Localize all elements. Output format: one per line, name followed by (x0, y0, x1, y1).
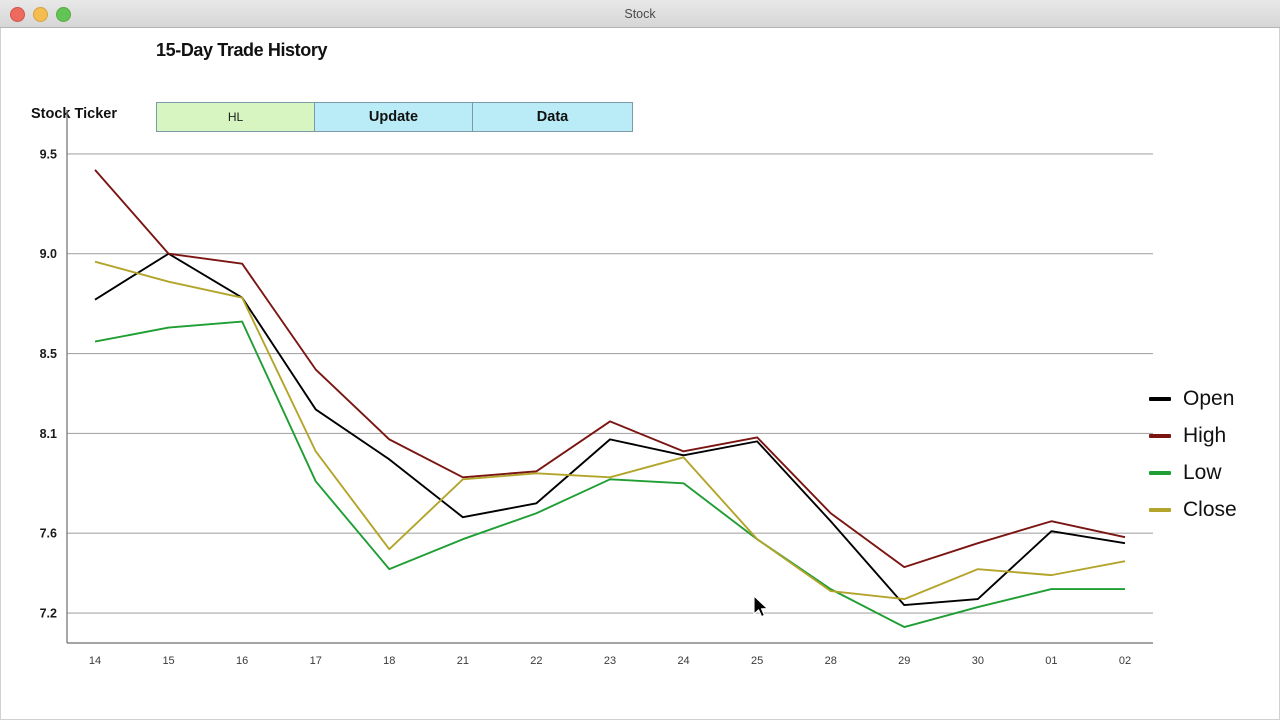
chart-legend: Open High Low Close (1149, 380, 1274, 528)
svg-text:01: 01 (1045, 655, 1057, 667)
series-line-low (94, 320, 1125, 628)
window-titlebar: Stock (0, 0, 1280, 28)
svg-text:7.2: 7.2 (40, 607, 57, 621)
legend-label-high: High (1183, 424, 1227, 447)
stock-line-chart: 9.5 9.0 8.5 8.1 7.6 7.2 14 15 16 17 18 21 22 23 24 25 2… (40, 110, 1153, 667)
y-axis-tick-labels: 9.5 9.0 8.5 8.1 7.6 7.2 (40, 147, 57, 620)
svg-text:25: 25 (751, 655, 763, 667)
window-content: 15-Day Trade History Stock Ticker Update… (0, 28, 1280, 720)
svg-text:7.6: 7.6 (40, 527, 57, 541)
series-line-close (94, 260, 1126, 601)
svg-text:02: 02 (1119, 655, 1131, 667)
svg-text:23: 23 (604, 655, 616, 667)
svg-text:14: 14 (89, 655, 101, 667)
legend-label-low: Low (1183, 461, 1222, 484)
svg-text:24: 24 (677, 655, 689, 667)
legend-item-low: Low (1149, 454, 1274, 491)
svg-text:17: 17 (310, 655, 322, 667)
svg-text:8.1: 8.1 (40, 427, 57, 441)
svg-text:22: 22 (530, 655, 542, 667)
legend-swatch-low (1149, 470, 1171, 475)
svg-text:18: 18 (383, 655, 395, 667)
svg-text:29: 29 (898, 655, 910, 667)
svg-text:9.0: 9.0 (40, 247, 57, 261)
svg-text:15: 15 (162, 655, 174, 667)
svg-text:9.5: 9.5 (40, 147, 57, 161)
legend-item-close: Close (1149, 491, 1274, 528)
stock-window: Stock 15-Day Trade History Stock Ticker … (0, 0, 1280, 720)
window-title: Stock (624, 7, 656, 21)
legend-item-high: High (1149, 417, 1274, 454)
legend-item-open: Open (1149, 380, 1274, 417)
svg-text:8.5: 8.5 (40, 347, 57, 361)
legend-swatch-open (1149, 396, 1171, 401)
legend-swatch-close (1149, 507, 1171, 512)
chart-axes (66, 110, 1153, 644)
chart-series-lines (94, 169, 1126, 628)
svg-text:21: 21 (457, 655, 469, 667)
series-line-open (94, 252, 1126, 607)
legend-swatch-high (1149, 433, 1171, 438)
chart-gridlines (67, 153, 1153, 614)
legend-label-close: Close (1183, 498, 1237, 521)
legend-label-open: Open (1183, 387, 1235, 410)
svg-text:30: 30 (972, 655, 984, 667)
x-axis-tick-labels: 14 15 16 17 18 21 22 23 24 25 28 29 30 01 02 (89, 655, 1131, 667)
series-line-high (94, 169, 1126, 569)
chart-area: 9.5 9.0 8.5 8.1 7.6 7.2 14 15 16 17 18 21 22 23 24 25 2… (1, 28, 1279, 719)
svg-text:28: 28 (825, 655, 837, 667)
svg-text:16: 16 (236, 655, 248, 667)
app-root: Stock 15-Day Trade History Stock Ticker … (0, 0, 1280, 720)
